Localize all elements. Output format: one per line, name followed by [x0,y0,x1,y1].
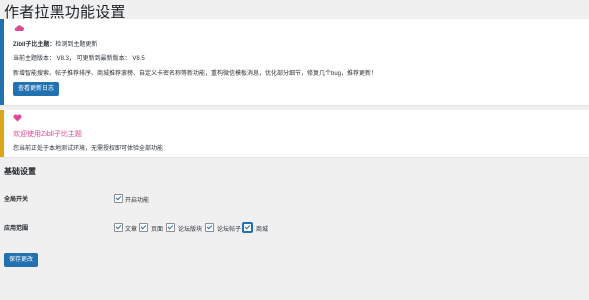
scope-shop-checkbox[interactable] [243,223,252,232]
scope-forum-section-label[interactable]: 论坛版块 [178,224,202,233]
scope-page-label[interactable]: 页面 [151,224,163,233]
welcome-description: 您当前正处于本地测试环境，无需授权即可体验全部功能 [13,146,164,152]
view-changelog-button[interactable]: 查看更新日志 [13,82,60,96]
scope-forum-post-checkbox[interactable] [205,223,214,232]
save-changes-button[interactable]: 保存更改 [4,253,39,267]
scope-post-checkbox[interactable] [114,223,123,232]
scope-forum-post-label[interactable]: 论坛帖子 [217,224,241,233]
scope-shop-label[interactable]: 商城 [256,224,268,233]
welcome-title: 欢迎使用Zibll子比主题 [13,131,82,138]
global-switch-label: 全局开关 [4,197,29,203]
scope-post-label[interactable]: 文章 [125,224,137,233]
scope-forum-section-checkbox[interactable] [166,223,175,232]
theme-update-notice: Zibll子比主题：检测到主题更新 当前主题版本： V8.3， 可更新到最新版本… [0,19,589,105]
version-info: 当前主题版本： V8.3， 可更新到最新版本： V8.5 [13,56,145,62]
changelog-summary: 新增智能搜索、帖子推荐排序、商城推荐滚榜、自定义卡密名称等新功能，重构微信模板消… [13,71,378,77]
theme-status: 检测到主题更新 [55,42,98,48]
welcome-notice: 欢迎使用Zibll子比主题 您当前正处于本地测试环境，无需授权即可体验全部功能 [0,110,589,157]
heart-icon [13,114,22,122]
enable-feature-checkbox[interactable] [114,194,123,203]
update-status-line: Zibll子比主题：检测到主题更新 [13,39,97,48]
enable-feature-label[interactable]: 开启功能 [125,195,149,204]
scope-page-checkbox[interactable] [139,223,148,232]
theme-label: Zibll子比主题： [13,42,56,48]
scope-label: 应用范围 [4,226,29,232]
section-title: 基础设置 [4,167,36,176]
cloud-icon [14,25,24,31]
